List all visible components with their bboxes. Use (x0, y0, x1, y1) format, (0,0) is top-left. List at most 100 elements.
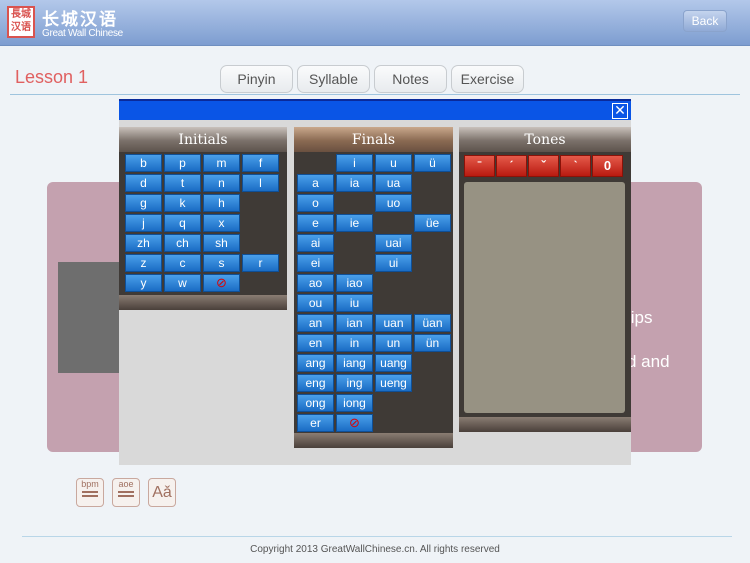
initials-key[interactable]: n (203, 174, 240, 192)
finals-panel: Finals i u ü a ia ua o uo e ie üe ai uai ei ui ao iao ou i… (294, 127, 453, 448)
initials-key[interactable]: zh (125, 234, 162, 252)
app-title-english: Great Wall Chinese (42, 28, 123, 39)
finals-key[interactable]: ing (336, 374, 373, 392)
finals-key[interactable]: üe (414, 214, 451, 232)
tab-pinyin[interactable]: Pinyin (220, 65, 293, 93)
initials-key[interactable]: z (125, 254, 162, 272)
initials-key[interactable]: f (242, 154, 279, 172)
empty-cell (375, 214, 412, 232)
tone-4-button[interactable]: ˋ (560, 155, 591, 177)
finals-key[interactable]: o (297, 194, 334, 212)
finals-key[interactable]: ie (336, 214, 373, 232)
finals-key[interactable]: iu (336, 294, 373, 312)
divider (22, 536, 732, 537)
finals-key[interactable]: eng (297, 374, 334, 392)
initials-key[interactable]: k (164, 194, 201, 212)
initials-key[interactable]: x (203, 214, 240, 232)
finals-key[interactable]: ü (414, 154, 451, 172)
back-button[interactable]: Back (683, 10, 727, 32)
finals-key[interactable]: üan (414, 314, 451, 332)
initials-key[interactable]: p (164, 154, 201, 172)
finals-key[interactable]: an (297, 314, 334, 332)
finals-key[interactable]: ueng (375, 374, 412, 392)
initials-key[interactable]: w (164, 274, 201, 292)
tab-syllable[interactable]: Syllable (297, 65, 370, 93)
initials-key[interactable]: s (203, 254, 240, 272)
finals-key[interactable]: ün (414, 334, 451, 352)
finals-key[interactable]: un (375, 334, 412, 352)
initials-key[interactable]: l (242, 174, 279, 192)
empty-cell (242, 274, 279, 292)
pinyin-popup: ✕ Initials b p m f d t n l g k h j q x zh ch sh z c s r y w ⊘ F… (119, 99, 631, 465)
none-button[interactable]: ⊘ (203, 274, 240, 292)
finals-key[interactable]: ia (336, 174, 373, 192)
close-icon[interactable]: ✕ (612, 103, 628, 119)
initials-key[interactable]: t (164, 174, 201, 192)
finals-key[interactable]: iang (336, 354, 373, 372)
neutral-tone-button[interactable]: 0 (592, 155, 623, 177)
empty-cell (414, 294, 451, 312)
finals-key[interactable]: ou (297, 294, 334, 312)
finals-key[interactable]: a (297, 174, 334, 192)
initials-key[interactable]: sh (203, 234, 240, 252)
finals-key[interactable]: ai (297, 234, 334, 252)
finals-key[interactable]: i (336, 154, 373, 172)
copyright: Copyright 2013 GreatWallChinese.cn. All … (250, 544, 500, 555)
finals-key[interactable]: in (336, 334, 373, 352)
card-text: d and (627, 352, 670, 371)
initials-key[interactable]: y (125, 274, 162, 292)
finals-key[interactable]: ua (375, 174, 412, 192)
popup-title-bar: ✕ (119, 99, 631, 120)
initials-key[interactable]: h (203, 194, 240, 212)
aoe-tool-button[interactable]: aoe (112, 478, 140, 507)
empty-cell (414, 174, 451, 192)
finals-key[interactable]: iong (336, 394, 373, 412)
tones-title: Tones (459, 127, 631, 152)
tone-tool-button[interactable]: Aǎ (148, 478, 176, 507)
finals-key[interactable]: ei (297, 254, 334, 272)
empty-cell (297, 154, 334, 172)
tone-2-button[interactable]: ˊ (496, 155, 527, 177)
finals-key[interactable]: er (297, 414, 334, 432)
initials-key[interactable]: ch (164, 234, 201, 252)
finals-key[interactable]: uai (375, 234, 412, 252)
initials-key[interactable]: d (125, 174, 162, 192)
initials-key[interactable]: j (125, 214, 162, 232)
tab-exercise[interactable]: Exercise (451, 65, 524, 93)
empty-cell (242, 234, 279, 252)
none-button[interactable]: ⊘ (336, 414, 373, 432)
finals-key[interactable]: u (375, 154, 412, 172)
initials-key[interactable]: m (203, 154, 240, 172)
empty-cell (414, 234, 451, 252)
tone-1-button[interactable]: ˉ (464, 155, 495, 177)
finals-key[interactable]: uo (375, 194, 412, 212)
empty-cell (336, 194, 373, 212)
empty-cell (414, 354, 451, 372)
finals-key[interactable]: en (297, 334, 334, 352)
tone-3-button[interactable]: ˇ (528, 155, 559, 177)
empty-cell (414, 374, 451, 392)
finals-key[interactable]: ang (297, 354, 334, 372)
bpm-icon: bpm (81, 479, 99, 489)
finals-key[interactable]: ui (375, 254, 412, 272)
initials-key[interactable]: c (164, 254, 201, 272)
initials-key[interactable]: r (242, 254, 279, 272)
finals-key[interactable]: e (297, 214, 334, 232)
bpm-tool-button[interactable]: bpm (76, 478, 104, 507)
tone-display-area (464, 182, 625, 413)
finals-key[interactable]: ao (297, 274, 334, 292)
initials-key[interactable]: b (125, 154, 162, 172)
lesson-title: Lesson 1 (15, 67, 89, 87)
tone-icon: Aǎ (152, 484, 172, 501)
initials-key[interactable]: q (164, 214, 201, 232)
finals-key[interactable]: iao (336, 274, 373, 292)
empty-cell (414, 274, 451, 292)
finals-key[interactable]: ong (297, 394, 334, 412)
initials-key[interactable]: g (125, 194, 162, 212)
finals-key[interactable]: uang (375, 354, 412, 372)
empty-cell (242, 214, 279, 232)
empty-cell (414, 194, 451, 212)
finals-key[interactable]: ian (336, 314, 373, 332)
finals-key[interactable]: uan (375, 314, 412, 332)
tab-notes[interactable]: Notes (374, 65, 447, 93)
